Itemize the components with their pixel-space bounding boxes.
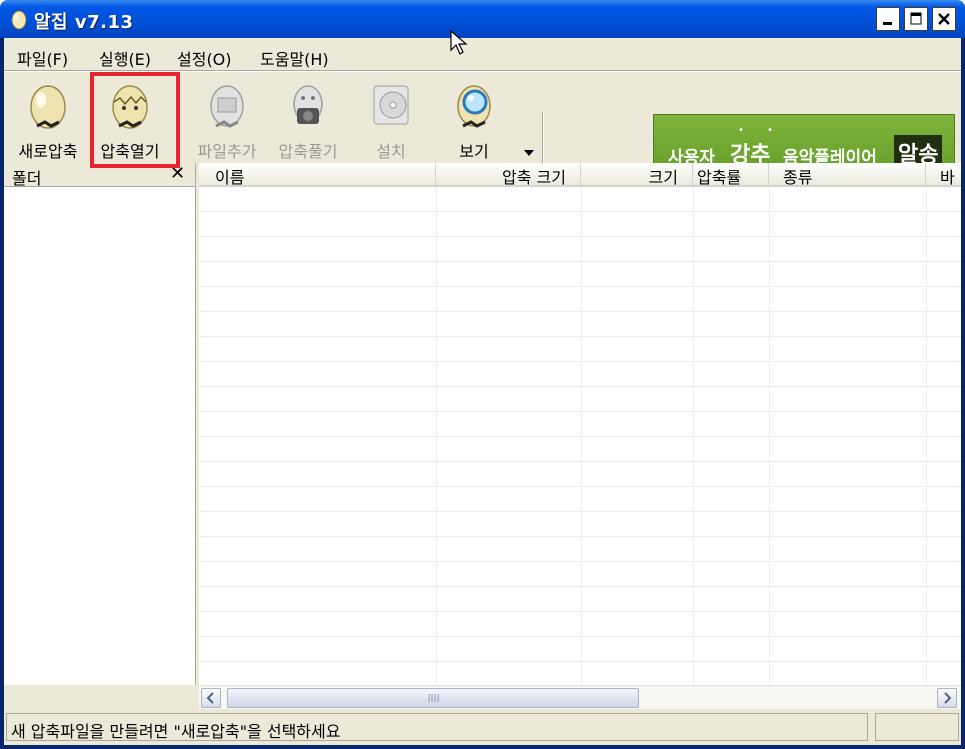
minimize-icon bbox=[883, 22, 892, 25]
install-button[interactable]: 설치 bbox=[352, 78, 430, 161]
column-name[interactable]: 이름 bbox=[199, 163, 436, 187]
horizontal-scrollbar[interactable] bbox=[199, 685, 961, 710]
extract-icon bbox=[293, 85, 323, 124]
scroll-left-button[interactable] bbox=[201, 688, 221, 708]
menu-help[interactable]: 도움말(H) bbox=[260, 46, 329, 70]
table-row bbox=[199, 512, 961, 537]
table-row bbox=[199, 212, 961, 237]
add-file-icon bbox=[210, 85, 244, 128]
column-ratio[interactable]: 압축률 bbox=[693, 163, 769, 187]
toolbar-dropdown-arrow-icon[interactable] bbox=[522, 148, 536, 158]
extract-button[interactable]: 압축풀기 bbox=[269, 78, 347, 161]
banner-dots: • • bbox=[738, 125, 783, 136]
grip-icon bbox=[428, 694, 439, 702]
install-cd-icon bbox=[373, 85, 409, 125]
close-icon bbox=[938, 13, 950, 25]
close-button[interactable] bbox=[932, 7, 956, 31]
view-magnifier-icon bbox=[457, 85, 491, 128]
column-type-label: 종류 bbox=[783, 168, 813, 187]
table-row bbox=[199, 437, 961, 462]
file-list[interactable]: 이름 압축 크기 크기 압축률 종류 바 bbox=[199, 163, 961, 685]
menu-settings[interactable]: 설정(O) bbox=[177, 46, 232, 70]
table-row bbox=[199, 387, 961, 412]
table-row bbox=[199, 537, 961, 562]
folder-pane[interactable]: 폴더 ✕ bbox=[4, 163, 196, 685]
column-modified[interactable]: 바 bbox=[926, 163, 961, 187]
column-compressed-size-label: 압축 크기 bbox=[502, 168, 566, 187]
table-row bbox=[199, 312, 961, 337]
chevron-right-icon bbox=[944, 692, 952, 704]
egg-app-icon bbox=[11, 10, 27, 30]
mouse-cursor-icon bbox=[450, 30, 468, 55]
title-bar[interactable]: 알집 v7.13 bbox=[0, 0, 965, 38]
menu-run[interactable]: 실행(E) bbox=[99, 46, 151, 70]
status-text: 새 압축파일을 만들려면 "새로압축"을 선택하세요 bbox=[11, 722, 341, 741]
maximize-icon bbox=[910, 12, 922, 25]
maximize-button[interactable] bbox=[904, 7, 928, 31]
table-row bbox=[199, 262, 961, 287]
highlight-box bbox=[90, 72, 180, 168]
status-bar: 새 압축파일을 만들려면 "새로압축"을 선택하세요 bbox=[4, 709, 961, 745]
menu-file[interactable]: 파일(F) bbox=[17, 46, 68, 70]
table-row bbox=[199, 487, 961, 512]
app-window: 알집 v7.13 파일(F) 실행(E) 설정(O) 도움말(H) 새로압축 압… bbox=[0, 0, 965, 749]
extract-label: 압축풀기 bbox=[278, 142, 338, 161]
folder-title: 폴더 bbox=[12, 169, 42, 188]
window-title: 알집 v7.13 bbox=[34, 12, 134, 33]
new-archive-button[interactable]: 새로압축 bbox=[9, 78, 87, 161]
table-row bbox=[199, 237, 961, 262]
scroll-thumb[interactable] bbox=[227, 688, 639, 708]
install-label: 설치 bbox=[376, 142, 406, 161]
table-row bbox=[199, 287, 961, 312]
egg-icon bbox=[30, 85, 66, 129]
column-compressed-size[interactable]: 압축 크기 bbox=[436, 163, 581, 187]
new-archive-label: 새로압축 bbox=[18, 142, 78, 161]
scroll-right-button[interactable] bbox=[937, 688, 957, 708]
column-type[interactable]: 종류 bbox=[769, 163, 926, 187]
status-main-panel: 새 압축파일을 만들려면 "새로압축"을 선택하세요 bbox=[6, 713, 868, 741]
status-side-panel bbox=[875, 713, 959, 741]
table-row bbox=[199, 362, 961, 387]
column-size-label: 크기 bbox=[648, 168, 678, 187]
menu-bar: 파일(F) 실행(E) 설정(O) 도움말(H) bbox=[4, 38, 961, 70]
table-row bbox=[199, 412, 961, 437]
table-row bbox=[199, 187, 961, 212]
table-row bbox=[199, 562, 961, 587]
add-file-button[interactable]: 파일추가 bbox=[188, 78, 266, 161]
column-size[interactable]: 크기 bbox=[581, 163, 693, 187]
column-ratio-label: 압축률 bbox=[697, 168, 742, 187]
table-row bbox=[199, 637, 961, 662]
add-file-label: 파일추가 bbox=[197, 142, 257, 161]
view-button[interactable]: 보기 bbox=[435, 78, 513, 161]
column-name-label: 이름 bbox=[215, 168, 245, 187]
column-modified-label: 바 bbox=[940, 168, 955, 187]
table-row bbox=[199, 462, 961, 487]
minimize-button[interactable] bbox=[876, 7, 900, 31]
view-label: 보기 bbox=[459, 142, 489, 161]
table-row bbox=[199, 587, 961, 612]
table-row bbox=[199, 662, 961, 685]
table-row bbox=[199, 337, 961, 362]
chevron-left-icon bbox=[206, 692, 214, 704]
table-row bbox=[199, 612, 961, 637]
